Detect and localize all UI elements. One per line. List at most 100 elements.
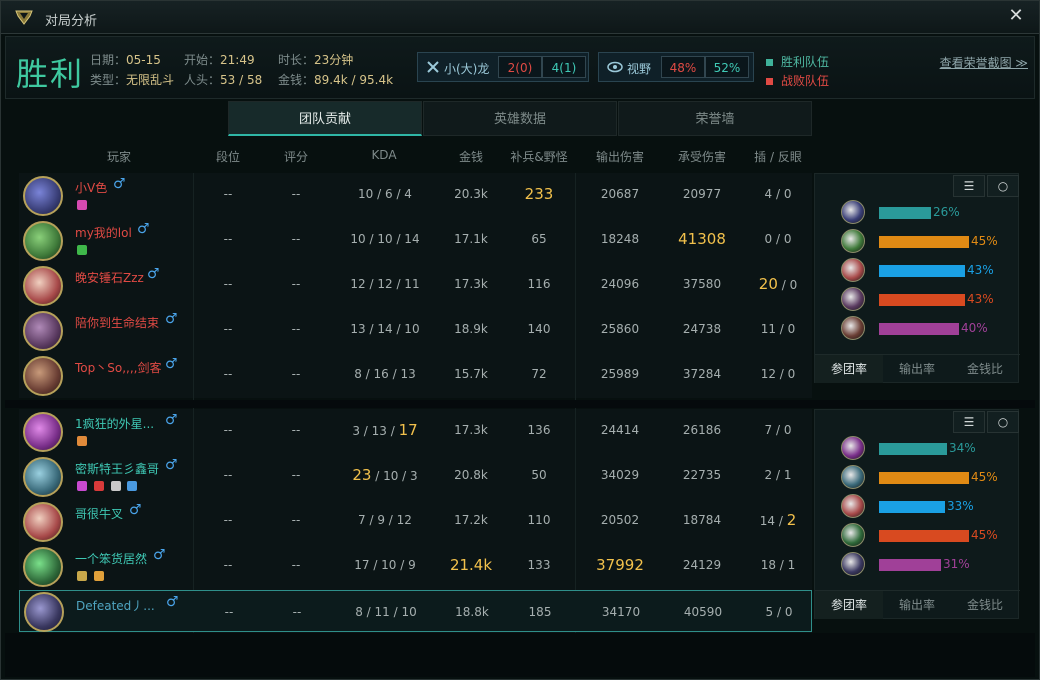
player-name[interactable]: 1疯狂的外星... [75,415,154,432]
rank-cell: -- [223,513,233,527]
side-subtabs: 参团率 输出率 金钱比 [815,590,1020,619]
player-row[interactable]: 陪你到生命结束 ♂ -- -- 13 / 14 / 10 18.9k 140 2… [19,308,812,353]
champion-mini-avatar [841,258,865,282]
type-field: 类型：无限乱斗 [90,73,175,87]
damage-cell: 20502 [600,513,640,527]
champion-mini-avatar [841,552,865,576]
player-row[interactable]: Top丶So,,,,剑客 ♂ -- -- 8 / 16 / 13 15.7k 7… [19,353,812,398]
player-row[interactable]: 密斯特王彡鑫哥 ♂ -- -- 23 / 10 / 3 20.8k 50 340… [19,454,812,499]
gold-cell: 17.2k [454,513,488,527]
participation-bar [879,472,969,484]
kda-cell: 8 / 11 / 10 [355,605,417,619]
tab-team-contribution[interactable]: 团队贡献 [228,101,422,136]
gold-field: 金钱：89.4k / 95.4k [278,73,394,87]
subtab-gold-ratio[interactable]: 金钱比 [951,355,1019,383]
champion-avatar [23,176,63,216]
subtab-damage-rate[interactable]: 输出率 [883,591,951,619]
player-row[interactable]: 1疯狂的外星... ♂ -- -- 3 / 13 / 17 17.3k 136 … [19,409,812,454]
gold-cell: 17.3k [454,423,488,437]
player-name[interactable]: Defeated丿... [76,597,155,614]
score-cell: -- [291,513,301,527]
dragon-label: 小(大)龙 [444,62,490,76]
start-field: 开始：21:49 [184,53,255,67]
damage-taken-cell: 18784 [682,513,722,527]
date-field: 日期：05-15 [90,53,161,67]
gold-cell: 17.3k [454,277,488,291]
tab-honor-wall[interactable]: 荣誉墙 [618,101,812,136]
player-name[interactable]: 小V色 [75,179,107,196]
circle-toggle-icon[interactable]: ○ [987,411,1019,433]
damage-taken-cell: 22735 [682,468,722,482]
legend-lose-swatch [766,78,773,85]
score-cell: -- [291,232,301,246]
player-row[interactable]: 小V色 ♂ -- -- 10 / 6 / 4 20.3k 233 20687 2… [19,173,812,218]
view-honor-screenshot-link[interactable]: 查看荣誉截图 ≫ [940,54,1028,71]
col-cs: 补兵&野怪 [510,150,568,164]
kda-cell: 23 / 10 / 3 [352,466,418,484]
player-name[interactable]: Top丶So,,,,剑客 [75,359,161,376]
male-icon: ♂ [165,457,178,473]
cs-cell: 136 [527,423,551,437]
circle-toggle-icon[interactable]: ○ [987,175,1019,197]
wards-cell: 5 / 0 [765,605,793,619]
cs-cell: 110 [527,513,551,527]
participation-percent: 33% [947,499,974,513]
score-cell: -- [291,423,301,437]
kda-cell: 8 / 16 / 13 [354,367,416,381]
player-name[interactable]: 密斯特王彡鑫哥 [75,460,159,477]
game-logo-icon [15,10,33,25]
sort-icon[interactable]: ☰ [953,175,985,197]
col-wards: 插 / 反眼 [754,150,802,164]
close-icon[interactable]: ✕ [1007,7,1025,25]
player-badges [77,435,90,449]
champion-avatar [23,266,63,306]
side-subtabs: 参团率 输出率 金钱比 [815,354,1020,383]
window-title: 对局分析 [45,14,98,29]
damage-cell: 18248 [600,232,640,246]
kda-cell: 17 / 10 / 9 [354,558,416,572]
wards-cell: 0 / 0 [764,232,792,246]
subtab-gold-ratio[interactable]: 金钱比 [951,591,1019,619]
champion-mini-avatar [841,200,865,224]
player-row-selected[interactable]: Defeated丿... ♂ -- -- 8 / 11 / 10 18.8k 1… [19,590,812,632]
vision-label: 视野 [627,62,652,76]
rank-cell: -- [223,322,233,336]
kda-cell: 3 / 13 / 17 [352,421,418,439]
kills-field: 人头：53 / 58 [184,73,263,87]
participation-bar [879,501,945,513]
participation-percent: 26% [933,205,960,219]
rank-cell: -- [223,277,233,291]
subtab-participation[interactable]: 参团率 [815,591,883,619]
tab-hero-data[interactable]: 英雄数据 [423,101,617,136]
badge-icon [77,481,87,491]
champion-mini-avatar [841,436,865,460]
score-cell: -- [291,558,301,572]
champion-mini-avatar [841,494,865,518]
player-name[interactable]: 晚安锤石Zzz [75,269,144,286]
sort-icon[interactable]: ☰ [953,411,985,433]
player-name[interactable]: 哥很牛叉 [75,505,123,522]
player-row[interactable]: my我的lol ♂ -- -- 10 / 10 / 14 17.1k 65 18… [19,218,812,263]
subtab-damage-rate[interactable]: 输出率 [883,355,951,383]
player-row[interactable]: 晚安锤石Zzz ♂ -- -- 12 / 12 / 11 17.3k 116 2… [19,263,812,308]
player-name[interactable]: 一个笨货居然 [75,550,147,567]
damage-cell: 24096 [600,277,640,291]
legend-win: 胜利队伍 [766,53,829,70]
subtab-participation[interactable]: 参团率 [815,355,883,383]
dragon-lose-value: 2(0) [498,56,542,78]
kda-cell: 12 / 12 / 11 [350,277,420,291]
champion-mini-avatar [841,229,865,253]
rank-cell: -- [223,187,233,201]
player-name[interactable]: 陪你到生命结束 [75,314,159,331]
player-row[interactable]: 哥很牛叉 ♂ -- -- 7 / 9 / 12 17.2k 110 20502 … [19,499,812,544]
gold-cell: 18.8k [455,605,489,619]
match-summary: 胜利 日期：05-15 类型：无限乱斗 开始：21:49 人头：53 / 58 … [5,36,1035,99]
participation-bar [879,323,959,335]
rank-cell: -- [223,468,233,482]
player-name[interactable]: my我的lol [75,224,132,241]
player-row[interactable]: 一个笨货居然 ♂ -- -- 17 / 10 / 9 21.4k 133 379… [19,544,812,589]
champion-avatar [23,311,63,351]
participation-percent: 45% [971,528,998,542]
col-damage: 输出伤害 [595,150,644,164]
champion-avatar [23,221,63,261]
